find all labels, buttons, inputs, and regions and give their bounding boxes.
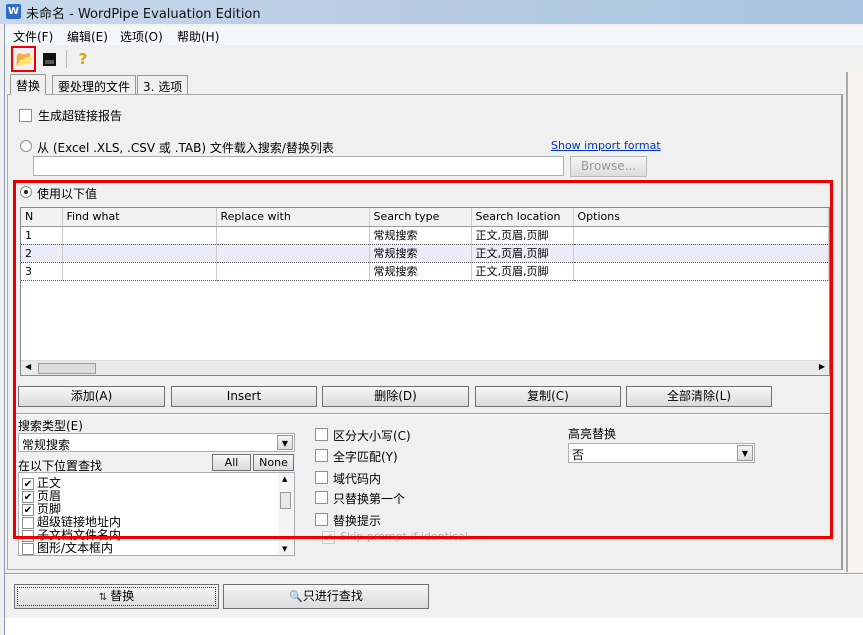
magnifier-icon: 🔍 xyxy=(289,590,303,603)
menu-bar: 文件(F) 编辑(E) 选项(O) 帮助(H) xyxy=(5,26,863,45)
toolbar: 📂 ? xyxy=(5,45,863,73)
checkbox[interactable] xyxy=(22,542,34,555)
find-only-button[interactable]: 🔍只进行查找 xyxy=(223,584,429,609)
import-label: 从 (Excel .XLS, .CSV 或 .TAB) 文件载入搜索/替换列表 xyxy=(37,141,334,155)
replace-button[interactable]: ⇅ 替换 xyxy=(14,584,219,609)
item-label: 图形/文本框内 xyxy=(37,541,114,555)
status-bar xyxy=(5,618,863,635)
find-only-label: 只进行查找 xyxy=(302,589,363,603)
app-icon: W xyxy=(6,4,21,19)
title-bar: W 未命名 - WordPipe Evaluation Edition xyxy=(0,0,863,24)
browse-button[interactable]: Browse... xyxy=(570,156,647,177)
replace-icon: ⇅ xyxy=(98,592,111,603)
save-disk-icon[interactable] xyxy=(38,48,60,70)
highlight-values-region xyxy=(13,180,833,539)
list-item[interactable]: 图形/文本框内 xyxy=(22,539,114,555)
import-radio[interactable] xyxy=(20,140,32,152)
highlight-open-button xyxy=(11,46,36,72)
report-checkbox[interactable] xyxy=(19,109,32,122)
side-panel xyxy=(846,72,863,572)
divider xyxy=(5,573,863,575)
tab-files[interactable]: 要处理的文件 xyxy=(52,75,137,95)
window-title: 未命名 - WordPipe Evaluation Edition xyxy=(26,7,261,22)
help-icon[interactable]: ? xyxy=(72,48,94,70)
replace-label: 替换 xyxy=(110,589,135,603)
menu-edit[interactable]: 编辑(E) xyxy=(67,28,108,45)
tab-options[interactable]: 3. 选项 xyxy=(137,75,189,95)
menu-options[interactable]: 选项(O) xyxy=(120,28,163,45)
report-label: 生成超链接报告 xyxy=(38,109,123,123)
menu-file[interactable]: 文件(F) xyxy=(13,28,53,45)
import-file-input[interactable] xyxy=(33,156,564,176)
menu-help[interactable]: 帮助(H) xyxy=(177,28,219,45)
show-import-format-link[interactable]: Show import format xyxy=(551,139,661,152)
tab-replace[interactable]: 替换 xyxy=(10,74,47,95)
